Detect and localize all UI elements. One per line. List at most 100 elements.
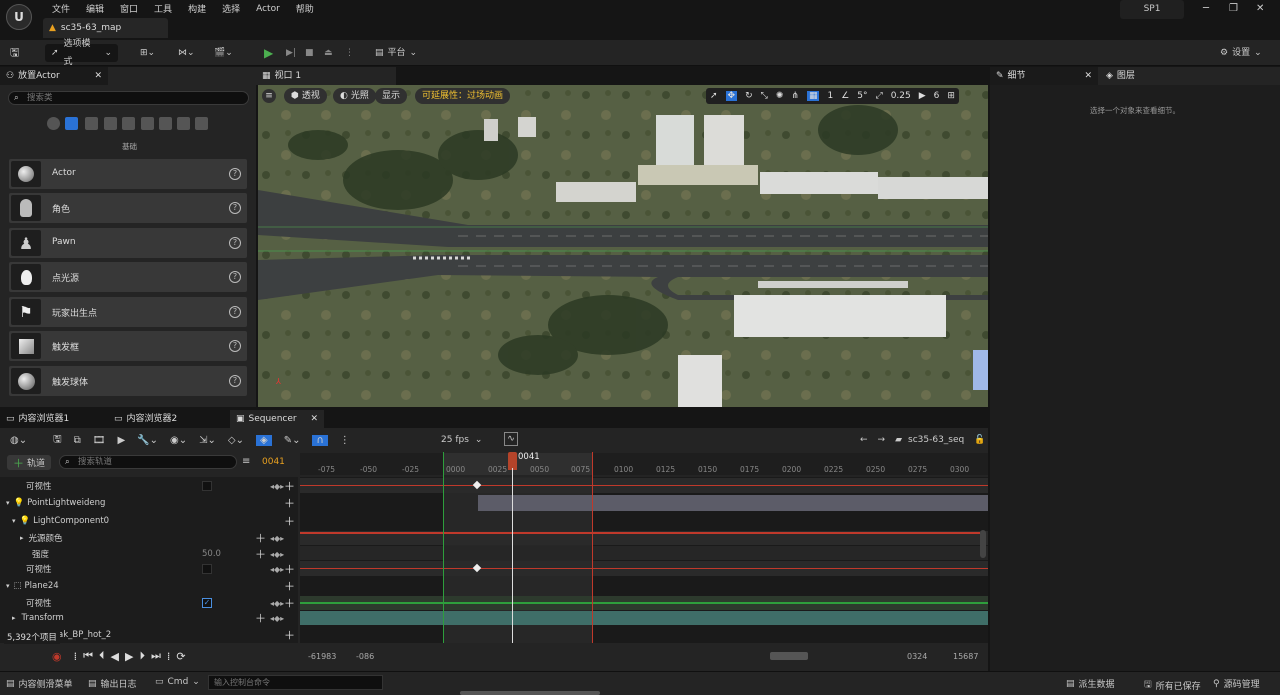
help-icon[interactable]: ? — [229, 306, 241, 318]
menu-help[interactable]: 帮助 — [288, 2, 322, 15]
help-icon[interactable]: ? — [229, 202, 241, 214]
maximize-viewport-icon[interactable]: ⊞ — [947, 91, 955, 101]
menu-tools[interactable]: 工具 — [146, 2, 180, 15]
world-local-icon[interactable]: ✺ — [776, 91, 784, 101]
visual-effects-category-icon[interactable] — [141, 117, 154, 130]
camera-speed-icon[interactable]: ▶ — [919, 91, 926, 101]
back-arrow-icon[interactable]: ← — [860, 435, 868, 445]
actor-item-point-light[interactable]: 点光源 ? — [9, 262, 247, 292]
loop-icon[interactable]: ⟳ — [176, 650, 185, 663]
help-icon[interactable]: ? — [229, 340, 241, 352]
minimize-icon[interactable]: ─ — [1203, 3, 1209, 14]
close-icon[interactable]: ✕ — [310, 410, 318, 428]
key-nav-icon[interactable]: ◂◆▸ — [270, 550, 284, 559]
actor-item-actor[interactable]: Actor ? — [9, 159, 247, 189]
range-end-field[interactable]: 15687 — [953, 652, 978, 661]
close-icon[interactable]: ✕ — [1256, 3, 1264, 14]
unreal-logo-icon[interactable]: U — [6, 4, 32, 30]
select-icon[interactable]: ➚ — [710, 91, 718, 101]
visibility-checkbox[interactable] — [202, 564, 212, 574]
blueprint-icon[interactable]: ⋈⌄ — [178, 44, 195, 62]
help-icon[interactable]: ? — [229, 168, 241, 180]
grid-snap-icon[interactable]: ▦ — [806, 91, 820, 101]
source-control-button[interactable]: ⚲ 源码管理 — [1213, 677, 1260, 691]
menu-file[interactable]: 文件 — [44, 2, 78, 15]
curve-editor-icon[interactable]: ∿ — [504, 432, 518, 446]
content-drawer-button[interactable]: ▤ 内容侧滑菜单 — [6, 677, 73, 691]
play-reverse-icon[interactable]: ◀ — [111, 650, 119, 663]
view-start-field[interactable]: -086 — [356, 652, 374, 661]
derived-data-button[interactable]: ▤ 派生数据 — [1066, 677, 1115, 691]
record-icon[interactable]: ◉ — [52, 650, 62, 663]
all-classes-category-icon[interactable] — [177, 117, 190, 130]
surface-snap-icon[interactable]: ⋔ — [791, 91, 799, 101]
details-tab[interactable]: ✎ 细节 ✕ — [990, 67, 1098, 85]
scalability-warning[interactable]: 可延展性：过场动画 — [415, 88, 511, 104]
shapes-category-icon[interactable] — [104, 117, 117, 130]
class-search-input[interactable]: ⌕ 搜索类 — [8, 91, 249, 105]
vertical-scrollbar[interactable] — [980, 530, 986, 558]
jump-to-end-icon[interactable]: ⏭ — [151, 649, 161, 663]
volumes-category-icon[interactable] — [159, 117, 172, 130]
lights-category-icon[interactable] — [85, 117, 98, 130]
key-nav-icon[interactable]: ◂◆▸ — [270, 482, 284, 491]
mode-dropdown[interactable]: ➚ 选项模式 ⌄ — [45, 39, 118, 67]
visibility-checkbox[interactable] — [202, 481, 212, 491]
brush-icon[interactable]: ✎⌄ — [284, 435, 301, 446]
help-icon[interactable]: ? — [229, 375, 241, 387]
move-icon[interactable]: ✥ — [725, 91, 738, 101]
lane-transform[interactable] — [300, 611, 988, 625]
key-nav-icon[interactable]: ◂◆▸ — [270, 565, 284, 574]
add-key-icon[interactable]: ＋ — [284, 561, 295, 577]
actor-item-trigger-box[interactable]: 触发框 ? — [9, 331, 247, 361]
lit-button[interactable]: ◐ 光照 — [333, 88, 376, 104]
menu-select[interactable]: 选择 — [214, 2, 248, 15]
scale-snap-value[interactable]: 0.25 — [891, 91, 911, 101]
level-viewport[interactable]: ≡ ⬢ 透视 ◐ 光照 显示 可延展性：过场动画 ➚ ✥ ↻ ⤡ ✺ ⋔ ▦ 1… — [258, 85, 988, 407]
more-options-icon[interactable]: ⋮ — [345, 44, 354, 62]
track-row-plane24[interactable]: ▾ ⬚ Plane24 ＋ — [0, 578, 298, 594]
visibility-checkbox-checked[interactable]: ✓ — [202, 598, 212, 608]
timeline-scrollbar[interactable] — [770, 652, 808, 660]
forward-arrow-icon[interactable]: → — [878, 435, 886, 445]
render-movie-icon[interactable]: 🎞 — [93, 435, 106, 446]
key-nav-icon[interactable]: ◂◆▸ — [270, 599, 284, 608]
add-track-icon[interactable]: ＋ — [284, 578, 295, 594]
world-icon[interactable]: ◍⌄ — [10, 435, 27, 446]
content-browser-1-tab[interactable]: ▭ 内容浏览器1 — [0, 410, 108, 428]
actor-item-trigger-sphere[interactable]: 触发球体 ? — [9, 366, 247, 396]
close-icon[interactable]: ✕ — [94, 67, 102, 85]
add-actor-icon[interactable]: ⊞⌄ — [140, 44, 155, 62]
track-row-transform[interactable]: ▸ Transform ＋ ◂◆▸ — [0, 610, 298, 626]
jump-to-start-icon[interactable]: ⏮ — [83, 649, 93, 663]
track-row-visibility-3[interactable]: 可视性 ✓ ◂◆▸ ＋ — [0, 595, 298, 611]
sequencer-tab[interactable]: ▣ Sequencer ✕ — [230, 410, 324, 428]
horizontal-scrollbar[interactable] — [460, 691, 600, 695]
add-key-icon[interactable]: ＋ — [255, 546, 266, 562]
content-browser-2-tab[interactable]: ▭ 内容浏览器2 — [108, 410, 230, 428]
play-icon[interactable]: ▶ — [264, 44, 273, 62]
set-end-icon[interactable]: ⁞ — [167, 650, 171, 663]
view-end-field[interactable]: 0324 — [907, 652, 927, 661]
cinematic-category-icon[interactable] — [122, 117, 135, 130]
add-track-button[interactable]: ＋ 轨道 — [7, 455, 52, 470]
intensity-value[interactable]: 50.0 — [202, 549, 221, 559]
cinematics-icon[interactable]: 🎬⌄ — [214, 44, 233, 62]
save-as-icon[interactable]: ⧉ — [74, 435, 81, 446]
key-nav-icon[interactable]: ◂◆▸ — [270, 614, 284, 623]
save-icon[interactable]: 🖫 — [10, 44, 19, 62]
hamburger-menu-icon[interactable]: ≡ — [262, 89, 276, 103]
prev-key-icon[interactable]: ⏴ — [99, 649, 105, 663]
add-track-icon[interactable]: ＋ — [284, 495, 295, 511]
track-row-point-light[interactable]: ▾ 💡 PointLightweideng ＋ — [0, 495, 298, 511]
track-row-visibility[interactable]: 可视性 ◂◆▸ ＋ — [0, 478, 298, 494]
track-row-intensity[interactable]: 强度 50.0 ＋ ◂◆▸ — [0, 546, 298, 562]
more-options-icon[interactable]: ⋮ — [340, 435, 350, 446]
stop-icon[interactable]: ■ — [305, 44, 314, 62]
level-tab[interactable]: ▲ sc35-63_map — [43, 18, 168, 38]
basic-category-icon[interactable] — [65, 117, 78, 130]
track-row-light-component[interactable]: ▾ 💡 LightComponent0 ＋ — [0, 513, 298, 529]
help-icon[interactable]: ? — [229, 271, 241, 283]
range-start-field[interactable]: -61983 — [308, 652, 336, 661]
cmd-dropdown[interactable]: ▭ Cmd ⌄ — [155, 677, 200, 687]
